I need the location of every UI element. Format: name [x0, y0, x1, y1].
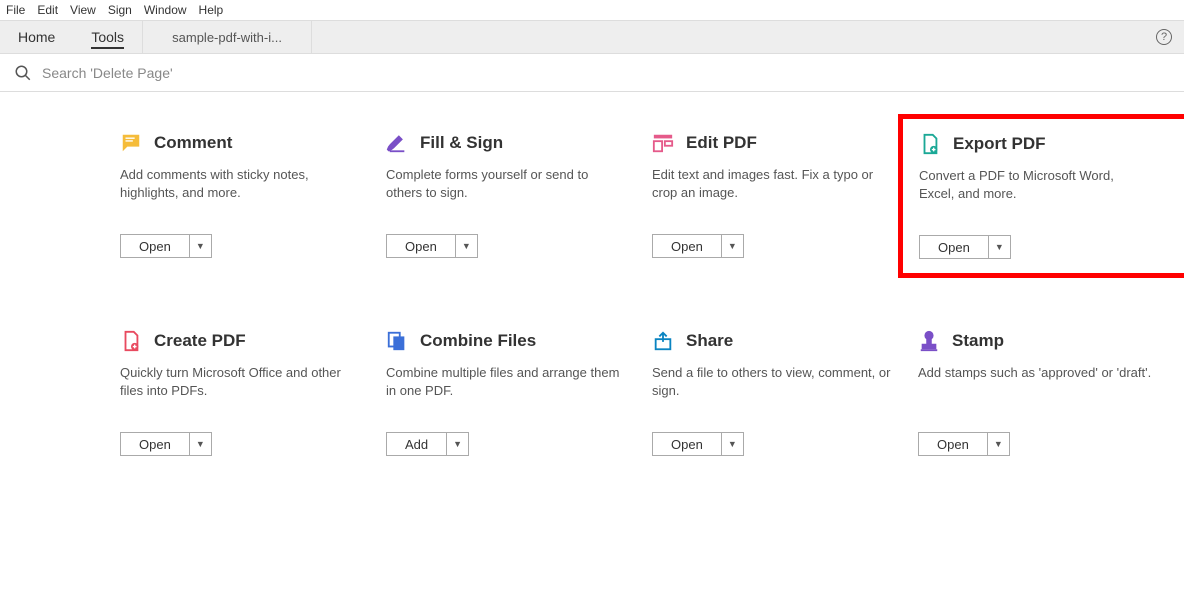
- dropdown-caret[interactable]: ▼: [722, 432, 744, 456]
- open-button[interactable]: Open: [919, 235, 989, 259]
- stamp-icon: [918, 330, 940, 352]
- tab-tools[interactable]: Tools: [73, 21, 142, 53]
- share-icon: [652, 330, 674, 352]
- search-bar: [0, 54, 1184, 92]
- open-button[interactable]: Open: [120, 234, 190, 258]
- dropdown-caret[interactable]: ▼: [456, 234, 478, 258]
- tool-title: Combine Files: [420, 331, 536, 351]
- tool-title: Fill & Sign: [420, 133, 503, 153]
- combine-icon: [386, 330, 408, 352]
- tab-document[interactable]: sample-pdf-with-i...: [142, 21, 312, 53]
- dropdown-caret[interactable]: ▼: [190, 234, 212, 258]
- tool-create-pdf: Create PDF Quickly turn Microsoft Office…: [120, 330, 360, 456]
- create-icon: [120, 330, 142, 352]
- tool-fill-sign: Fill & Sign Complete forms yourself or s…: [386, 132, 626, 260]
- menu-view[interactable]: View: [70, 3, 96, 17]
- menu-sign[interactable]: Sign: [108, 3, 132, 17]
- tabbar: Home Tools sample-pdf-with-i... ?: [0, 20, 1184, 54]
- menubar: File Edit View Sign Window Help: [0, 0, 1184, 20]
- highlight-box: Export PDF Convert a PDF to Microsoft Wo…: [898, 114, 1184, 278]
- open-button[interactable]: Open: [386, 234, 456, 258]
- comment-icon: [120, 132, 142, 154]
- open-button[interactable]: Open: [120, 432, 190, 456]
- tool-edit-pdf: Edit PDF Edit text and images fast. Fix …: [652, 132, 892, 260]
- dropdown-caret[interactable]: ▼: [722, 234, 744, 258]
- tool-stamp: Stamp Add stamps such as 'approved' or '…: [918, 330, 1158, 456]
- open-button[interactable]: Open: [652, 432, 722, 456]
- help-icon[interactable]: ?: [1156, 29, 1172, 45]
- tool-title: Edit PDF: [686, 133, 757, 153]
- tool-title: Comment: [154, 133, 232, 153]
- tool-title: Create PDF: [154, 331, 246, 351]
- tool-desc: Send a file to others to view, comment, …: [652, 364, 892, 404]
- dropdown-caret[interactable]: ▼: [989, 235, 1011, 259]
- tool-title: Share: [686, 331, 733, 351]
- dropdown-caret[interactable]: ▼: [447, 432, 469, 456]
- tool-title: Stamp: [952, 331, 1004, 351]
- open-button[interactable]: Open: [652, 234, 722, 258]
- search-input[interactable]: [42, 65, 442, 81]
- tool-desc: Convert a PDF to Microsoft Word, Excel, …: [919, 167, 1139, 207]
- tool-desc: Quickly turn Microsoft Office and other …: [120, 364, 360, 404]
- menu-help[interactable]: Help: [199, 3, 224, 17]
- menu-window[interactable]: Window: [144, 3, 187, 17]
- tool-desc: Add comments with sticky notes, highligh…: [120, 166, 360, 206]
- tool-share: Share Send a file to others to view, com…: [652, 330, 892, 456]
- tool-desc: Combine multiple files and arrange them …: [386, 364, 626, 404]
- tool-desc: Add stamps such as 'approved' or 'draft'…: [918, 364, 1158, 404]
- tab-home[interactable]: Home: [0, 21, 73, 53]
- tool-combine-files: Combine Files Combine multiple files and…: [386, 330, 626, 456]
- menu-file[interactable]: File: [6, 3, 25, 17]
- tool-desc: Edit text and images fast. Fix a typo or…: [652, 166, 892, 206]
- search-icon: [14, 64, 32, 82]
- menu-edit[interactable]: Edit: [37, 3, 58, 17]
- edit-icon: [652, 132, 674, 154]
- tools-grid: Comment Add comments with sticky notes, …: [0, 92, 1184, 476]
- tool-comment: Comment Add comments with sticky notes, …: [120, 132, 360, 260]
- export-icon: [919, 133, 941, 155]
- pen-icon: [386, 132, 408, 154]
- tool-export-pdf: Export PDF Convert a PDF to Microsoft Wo…: [919, 133, 1139, 259]
- dropdown-caret[interactable]: ▼: [988, 432, 1010, 456]
- tool-title: Export PDF: [953, 134, 1046, 154]
- dropdown-caret[interactable]: ▼: [190, 432, 212, 456]
- add-button[interactable]: Add: [386, 432, 447, 456]
- tool-desc: Complete forms yourself or send to other…: [386, 166, 626, 206]
- open-button[interactable]: Open: [918, 432, 988, 456]
